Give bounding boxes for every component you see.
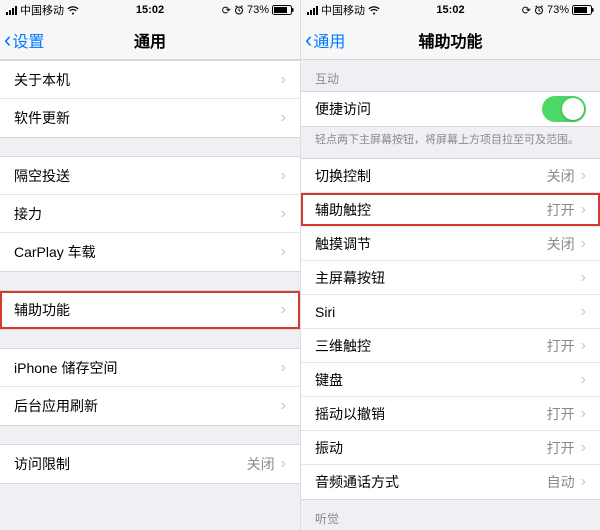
row-reachability[interactable]: 便捷访问 (301, 92, 600, 126)
chevron-right-icon: › (581, 337, 586, 355)
chevron-right-icon: › (581, 439, 586, 457)
left-phone-general: 中国移动 15:02 ⟳ 73% ‹ 设置 通用 关于本机›软件更新›隔空投送›… (0, 0, 300, 530)
row-touch-accommodations[interactable]: 触摸调节关闭 › (301, 227, 600, 261)
row-label: 三维触控 (315, 336, 547, 356)
row-value: 打开 (547, 200, 575, 220)
row-software-update[interactable]: 软件更新› (0, 99, 300, 137)
row-label: 主屏幕按钮 (315, 268, 581, 288)
page-title: 通用 (0, 28, 300, 52)
back-button-general[interactable]: ‹ 通用 (301, 28, 345, 52)
row-label: Siri (315, 304, 581, 320)
row-label: 便捷访问 (315, 99, 542, 119)
row-switch-control[interactable]: 切换控制关闭 › (301, 159, 600, 193)
row-label: 辅助触控 (315, 200, 547, 220)
row-shake-undo[interactable]: 摇动以撤销打开 › (301, 397, 600, 431)
row-label: 隔空投送 (14, 166, 281, 186)
chevron-right-icon: › (281, 167, 286, 185)
row-label: iPhone 储存空间 (14, 358, 281, 378)
chevron-right-icon: › (581, 371, 586, 389)
row-about[interactable]: 关于本机› (0, 61, 300, 99)
row-value: 打开 (547, 404, 575, 424)
chevron-right-icon: › (581, 473, 586, 491)
clock: 15:02 (0, 4, 300, 16)
status-bar: 中国移动 15:02 ⟳ 73% (301, 0, 600, 20)
row-accessibility[interactable]: 辅助功能› (0, 291, 300, 329)
row-home-button[interactable]: 主屏幕按钮› (301, 261, 600, 295)
row-value: 自动 (547, 472, 575, 492)
row-value: 打开 (547, 438, 575, 458)
chevron-right-icon: › (581, 201, 586, 219)
nav-bar: ‹ 设置 通用 (0, 20, 300, 60)
accessibility-list[interactable]: 互动 便捷访问 轻点两下主屏幕按钮，将屏幕上方项目拉至可及范围。 切换控制关闭›… (301, 60, 600, 530)
row-value: 关闭 (547, 166, 575, 186)
row-label: 切换控制 (315, 166, 547, 186)
section-header-hearing: 听觉 (301, 500, 600, 530)
chevron-right-icon: › (281, 455, 286, 473)
row-background-refresh[interactable]: 后台应用刷新› (0, 387, 300, 425)
group-reachability: 便捷访问 (301, 91, 600, 127)
right-phone-accessibility: 中国移动 15:02 ⟳ 73% ‹ 通用 辅助功能 互动 便捷访问 轻点两下主… (300, 0, 600, 530)
back-button-settings[interactable]: ‹ 设置 (0, 28, 44, 52)
row-siri[interactable]: Siri› (301, 295, 600, 329)
settings-group: 辅助功能› (0, 290, 300, 330)
chevron-right-icon: › (581, 303, 586, 321)
settings-group: iPhone 储存空间›后台应用刷新› (0, 348, 300, 426)
chevron-right-icon: › (281, 397, 286, 415)
reachability-toggle[interactable] (542, 96, 586, 122)
row-airdrop[interactable]: 隔空投送› (0, 157, 300, 195)
row-call-audio[interactable]: 音频通话方式自动 › (301, 465, 600, 499)
row-label: 辅助功能 (14, 300, 281, 320)
back-label: 设置 (12, 28, 44, 52)
row-label: 摇动以撤销 (315, 404, 547, 424)
settings-list[interactable]: 关于本机›软件更新›隔空投送›接力›CarPlay 车载›辅助功能›iPhone… (0, 60, 300, 530)
settings-group: 访问限制关闭 › (0, 444, 300, 484)
reachability-footer: 轻点两下主屏幕按钮，将屏幕上方项目拉至可及范围。 (301, 127, 600, 158)
section-header-interact: 互动 (301, 60, 600, 91)
row-label: 振动 (315, 438, 547, 458)
back-label: 通用 (313, 28, 345, 52)
row-storage[interactable]: iPhone 储存空间› (0, 349, 300, 387)
chevron-right-icon: › (281, 243, 286, 261)
chevron-right-icon: › (581, 235, 586, 253)
row-label: 音频通话方式 (315, 472, 547, 492)
row-value: 关闭 (547, 234, 575, 254)
row-label: 关于本机 (14, 70, 281, 90)
row-label: 接力 (14, 204, 281, 224)
chevron-right-icon: › (281, 205, 286, 223)
chevron-left-icon: ‹ (305, 29, 312, 51)
chevron-right-icon: › (581, 269, 586, 287)
chevron-right-icon: › (281, 301, 286, 319)
chevron-right-icon: › (281, 109, 286, 127)
row-label: 软件更新 (14, 108, 281, 128)
row-vibration[interactable]: 振动打开 › (301, 431, 600, 465)
settings-group: 关于本机›软件更新› (0, 60, 300, 138)
row-label: 键盘 (315, 370, 581, 390)
chevron-left-icon: ‹ (4, 29, 11, 51)
row-label: CarPlay 车载 (14, 242, 281, 262)
row-label: 后台应用刷新 (14, 396, 281, 416)
row-value: 关闭 (247, 454, 275, 474)
chevron-right-icon: › (281, 359, 286, 377)
chevron-right-icon: › (281, 71, 286, 89)
row-carplay[interactable]: CarPlay 车载› (0, 233, 300, 271)
row-three-d-touch[interactable]: 三维触控打开 › (301, 329, 600, 363)
chevron-right-icon: › (581, 167, 586, 185)
row-restrictions[interactable]: 访问限制关闭 › (0, 445, 300, 483)
row-label: 触摸调节 (315, 234, 547, 254)
page-title: 辅助功能 (301, 28, 600, 52)
nav-bar: ‹ 通用 辅助功能 (301, 20, 600, 60)
status-bar: 中国移动 15:02 ⟳ 73% (0, 0, 300, 20)
row-assistive-touch[interactable]: 辅助触控打开 › (301, 193, 600, 227)
group-interact-rows: 切换控制关闭›辅助触控打开›触摸调节关闭›主屏幕按钮›Siri›三维触控打开›键… (301, 158, 600, 500)
row-value: 打开 (547, 336, 575, 356)
row-label: 访问限制 (14, 454, 247, 474)
clock: 15:02 (301, 4, 600, 16)
row-handoff[interactable]: 接力› (0, 195, 300, 233)
row-keyboard[interactable]: 键盘› (301, 363, 600, 397)
settings-group: 隔空投送›接力›CarPlay 车载› (0, 156, 300, 272)
chevron-right-icon: › (581, 405, 586, 423)
